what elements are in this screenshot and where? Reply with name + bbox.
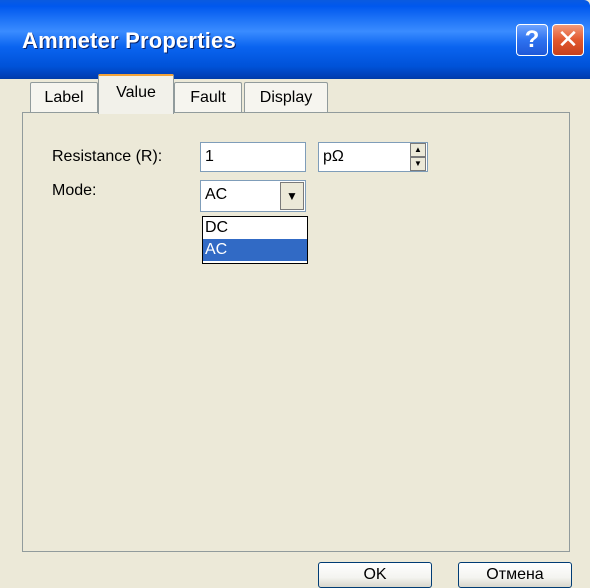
window-title: Ammeter Properties [22, 28, 236, 53]
resistance-input[interactable]: 1 [200, 142, 306, 172]
tab-fault-text: Fault [190, 89, 226, 106]
close-icon: ✕ [557, 24, 579, 54]
mode-dropdown-button[interactable]: ▼ [280, 182, 304, 210]
mode-option-dc[interactable]: DC [203, 217, 307, 239]
title-bar[interactable]: Ammeter Properties ? ✕ [0, 0, 590, 79]
tab-label[interactable]: Label [30, 82, 98, 112]
resistance-label: Resistance (R): [52, 148, 163, 165]
mode-option-ac[interactable]: AC [203, 239, 307, 261]
tab-label-text: Label [44, 89, 84, 106]
spin-down-icon[interactable]: ▼ [410, 157, 426, 171]
tab-value[interactable]: Value [98, 74, 174, 114]
help-button[interactable]: ? [516, 24, 548, 56]
mode-dropdown-list: DC AC [202, 216, 308, 264]
spin-up-icon[interactable]: ▲ [410, 143, 426, 157]
ok-button[interactable]: OK [318, 562, 432, 588]
close-button[interactable]: ✕ [552, 24, 584, 56]
mode-label: Mode: [52, 182, 97, 199]
tab-value-text: Value [116, 84, 156, 101]
tab-display-text: Display [259, 89, 313, 106]
value-tab-panel [22, 112, 570, 552]
unit-spinner[interactable]: ▲ ▼ [410, 143, 426, 171]
tab-fault[interactable]: Fault [174, 82, 242, 112]
cancel-button[interactable]: Отмена [458, 562, 572, 588]
help-icon: ? [524, 26, 540, 53]
properties-dialog: Ammeter Properties ? ✕ Label Value Fault… [0, 0, 590, 588]
tab-display[interactable]: Display [244, 82, 328, 112]
chevron-down-icon: ▼ [286, 189, 298, 203]
